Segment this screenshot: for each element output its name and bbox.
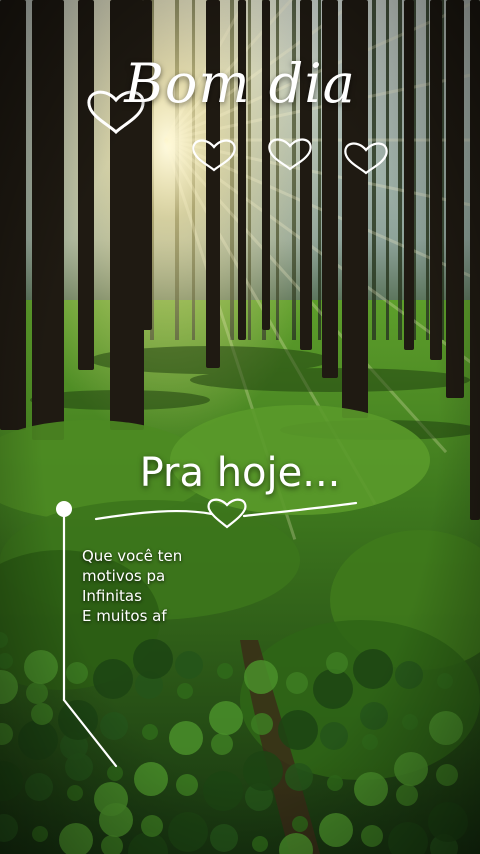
timeline-dot <box>56 501 72 517</box>
message-block: Que você ten motivos pa Infinitas E muit… <box>82 546 302 626</box>
heading-text: Pra hoje... <box>139 450 341 496</box>
forest-background <box>0 0 480 854</box>
greeting-title: Bom dia <box>124 52 356 115</box>
message-line: Que você ten <box>82 547 183 565</box>
message-line: E muitos af <box>82 607 167 625</box>
message-line: motivos pa <box>82 567 166 585</box>
greeting-card: Bom dia Pra hoje... Que você ten motivos… <box>0 0 480 854</box>
message-line: Infinitas <box>82 587 142 605</box>
